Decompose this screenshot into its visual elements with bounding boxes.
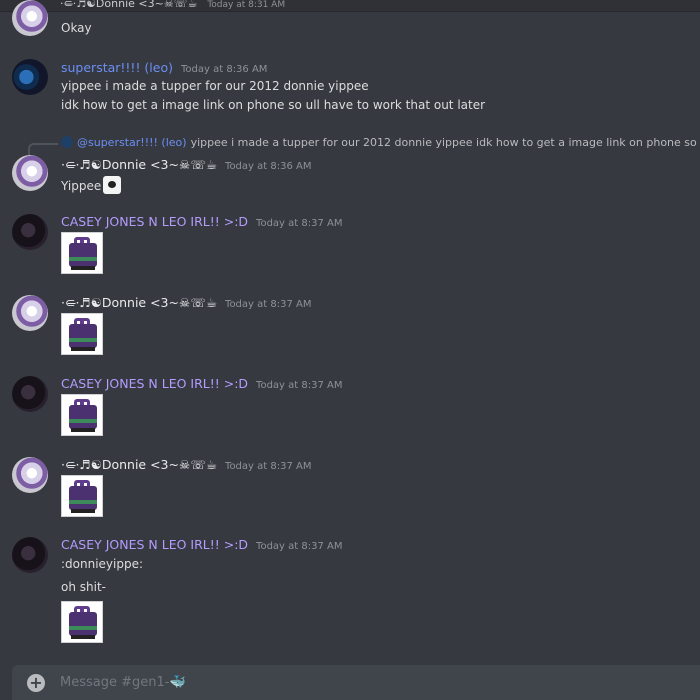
reply-avatar <box>61 136 73 148</box>
message-composer: + Message #gen1-🐳 <box>12 665 700 700</box>
avatar-donnie[interactable] <box>12 155 48 191</box>
message-header: superstar!!!! (leo) Today at 8:36 AM <box>61 60 267 75</box>
message-header: CASEY JONES N LEO IRL!! >:D Today at 8:37… <box>61 376 342 391</box>
message-text: :donnieyippe: <box>61 557 144 571</box>
author-name[interactable]: ·⊂̶·♬☯Donnie <3~☠︎☏☕ <box>61 295 217 310</box>
avatar-casey[interactable] <box>12 214 48 250</box>
message-text: idk how to get a image link on phone so … <box>61 98 486 112</box>
donnie-sticker-image[interactable] <box>61 394 103 436</box>
reply-preview[interactable]: @superstar!!!! (leo) yippee i made a tupp… <box>61 136 700 149</box>
author-name[interactable]: CASEY JONES N LEO IRL!! >:D <box>61 537 248 552</box>
message-header: ·⊂̶·♬☯Donnie <3~☠︎☏☕ Today at 8:37 AM <box>61 295 311 310</box>
donnie-sticker-image[interactable] <box>61 475 103 517</box>
message-header: CASEY JONES N LEO IRL!! >:D Today at 8:37… <box>61 214 342 229</box>
avatar-leo[interactable] <box>12 59 48 95</box>
avatar-donnie[interactable] <box>12 295 48 331</box>
author-name[interactable]: CASEY JONES N LEO IRL!! >:D <box>61 214 248 229</box>
author-name[interactable]: CASEY JONES N LEO IRL!! >:D <box>61 376 248 391</box>
yippee-emoji-icon[interactable] <box>103 176 122 194</box>
author-name[interactable]: superstar!!!! (leo) <box>61 60 173 75</box>
message-text: Yippee <box>61 176 122 194</box>
timestamp: Today at 8:37 AM <box>256 380 343 391</box>
timestamp: Today at 8:36 AM <box>181 64 268 75</box>
avatar-donnie[interactable] <box>12 0 48 36</box>
timestamp: Today at 8:37 AM <box>256 218 343 229</box>
donnie-sticker-image[interactable] <box>61 232 103 274</box>
timestamp: Today at 8:37 AM <box>225 461 312 472</box>
top-message-author[interactable]: ·⊂̶·♬☯Donnie <3~☠︎☏☕ Today at 8:31 AM <box>60 0 285 10</box>
avatar-casey[interactable] <box>12 537 48 573</box>
donnie-sticker-image[interactable] <box>61 601 103 643</box>
donnie-sticker-image[interactable] <box>61 313 103 355</box>
timestamp: Today at 8:37 AM <box>225 299 312 310</box>
timestamp: Today at 8:31 AM <box>207 0 286 10</box>
reply-text: yippee i made a tupper for our 2012 donn… <box>190 136 700 149</box>
timestamp: Today at 8:37 AM <box>256 541 343 552</box>
add-attachment-icon[interactable]: + <box>27 674 45 692</box>
timestamp: Today at 8:36 AM <box>225 161 312 172</box>
top-clipped-area: ·⊂̶·♬☯Donnie <3~☠︎☏☕ Today at 8:31 AM <box>0 0 700 12</box>
message-header: ·⊂̶·♬☯Donnie <3~☠︎☏☕ Today at 8:37 AM <box>61 457 311 472</box>
message-text-content: Yippee <box>61 179 102 193</box>
author-name[interactable]: ·⊂̶·♬☯Donnie <3~☠︎☏☕ <box>61 457 217 472</box>
message-text: Okay <box>61 21 92 35</box>
author-name[interactable]: ·⊂̶·♬☯Donnie <3~☠︎☏☕ <box>61 157 217 172</box>
reply-author[interactable]: @superstar!!!! (leo) <box>77 136 187 149</box>
avatar-donnie[interactable] <box>12 457 48 493</box>
message-text: oh shit- <box>61 580 106 594</box>
message-text: yippee i made a tupper for our 2012 donn… <box>61 79 369 93</box>
message-header: ·⊂̶·♬☯Donnie <3~☠︎☏☕ Today at 8:36 AM <box>61 157 311 172</box>
message-header: CASEY JONES N LEO IRL!! >:D Today at 8:37… <box>61 537 342 552</box>
avatar-casey[interactable] <box>12 376 48 412</box>
author-name[interactable]: ·⊂̶·♬☯Donnie <3~☠︎☏☕ <box>60 0 197 10</box>
message-input[interactable]: Message #gen1-🐳 <box>60 675 186 690</box>
